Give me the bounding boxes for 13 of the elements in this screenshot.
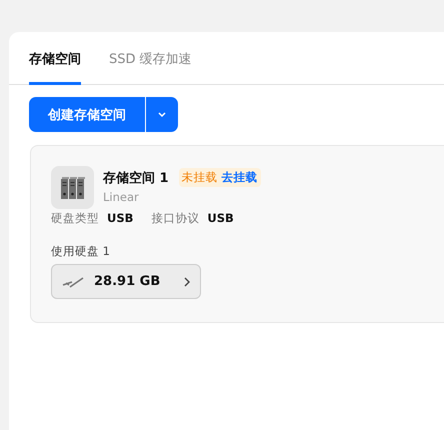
tab[interactable]: SSD 缓存加速 [109,32,192,85]
disk-item[interactable]: 28.91 GB [51,264,201,299]
info-value: USB [207,211,234,226]
info-value: USB [107,211,134,226]
create-button[interactable]: 创建存储空间 [29,97,145,132]
tab[interactable]: 存储空间 [29,32,81,85]
disks-label: 使用硬盘 1 [51,244,111,259]
status-text: 未挂载 [182,170,218,185]
raid-type: Linear [103,190,140,204]
mount-link[interactable]: 去挂载 [222,170,258,185]
info-label: 硬盘类型 [51,211,99,226]
info-label: 接口协议 [151,211,200,226]
storage-name: 存储空间 1 [103,170,169,186]
